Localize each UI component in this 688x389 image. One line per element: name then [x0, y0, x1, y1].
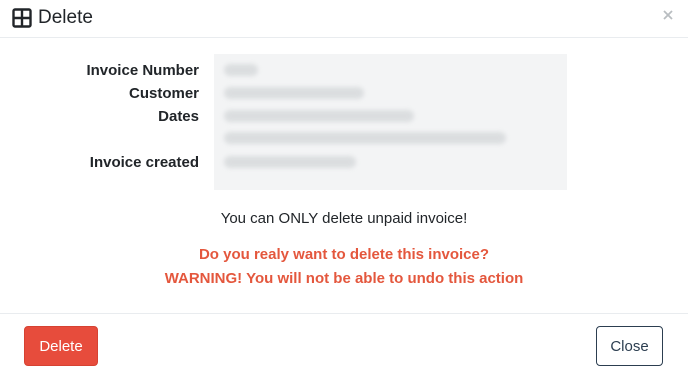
close-button[interactable]: Close	[596, 326, 663, 366]
label-invoice-created: Invoice created	[89, 154, 199, 171]
redacted-value	[224, 87, 364, 99]
label-customer: Customer	[128, 85, 199, 102]
close-icon[interactable]	[661, 8, 675, 22]
modal-footer: Delete Close	[0, 313, 688, 389]
delete-button[interactable]: Delete	[24, 326, 98, 366]
modal-title-text: Delete	[38, 7, 93, 28]
label-dates: Dates	[158, 108, 199, 125]
confirm-question: Do you realy want to delete this invoice…	[198, 246, 490, 263]
redacted-value	[224, 110, 414, 122]
modal-header: Delete	[0, 0, 688, 38]
table-grid-icon	[12, 8, 32, 28]
undo-warning: WARNING! You will not be able to undo th…	[164, 270, 524, 287]
redacted-value	[224, 64, 258, 76]
redacted-invoice-details	[214, 54, 567, 190]
delete-invoice-modal: Delete Invoice Number Customer Dates Inv…	[0, 0, 688, 389]
label-invoice-number: Invoice Number	[86, 62, 199, 79]
unpaid-only-notice: You can ONLY delete unpaid invoice!	[220, 210, 468, 227]
modal-title: Delete	[12, 7, 93, 29]
redacted-value	[224, 156, 356, 168]
redacted-value	[224, 132, 506, 144]
